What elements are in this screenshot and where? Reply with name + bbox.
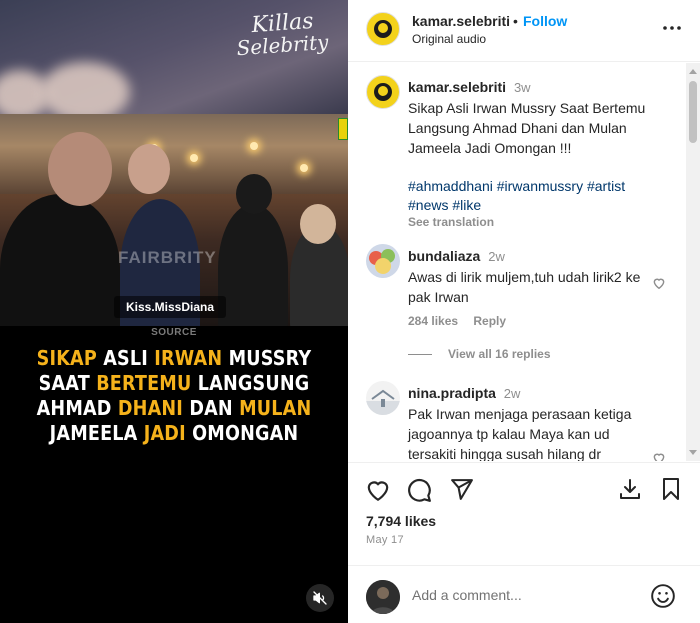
comment-text: Pak Irwan menjaga perasaan ketiga jagoan… bbox=[408, 406, 632, 461]
share-button[interactable] bbox=[449, 477, 475, 503]
download-button[interactable] bbox=[618, 477, 644, 503]
heart-outline-icon bbox=[653, 278, 665, 290]
scroll-up-arrow[interactable] bbox=[689, 69, 697, 74]
scrollbar-thumb[interactable] bbox=[689, 81, 697, 143]
mute-button[interactable] bbox=[306, 584, 334, 612]
credit-tag: Kiss.MissDiana bbox=[114, 296, 226, 318]
caption-avatar[interactable] bbox=[366, 75, 400, 109]
headline-line: SAAT BERTEMU LANGSUNG bbox=[38, 371, 310, 395]
like-comment-button[interactable] bbox=[652, 276, 666, 290]
caption-time[interactable]: 3w bbox=[514, 80, 531, 95]
likes-count[interactable]: 7,794 likes bbox=[366, 513, 436, 529]
separator-dot: • bbox=[513, 13, 518, 29]
comment-username[interactable]: nina.pradipta bbox=[408, 385, 496, 401]
post-media[interactable]: Killas Selebrity FAIRBRITY Kiss.MissDian… bbox=[0, 0, 348, 623]
comment-input[interactable] bbox=[412, 587, 632, 603]
post-header: kamar.selebriti • Follow Original audio bbox=[348, 0, 700, 62]
add-comment-row bbox=[348, 565, 700, 623]
follow-button[interactable]: Follow bbox=[523, 13, 567, 29]
audio-muted-icon bbox=[313, 591, 327, 605]
commenter-avatar[interactable] bbox=[366, 381, 400, 415]
bookmark-icon bbox=[663, 478, 679, 500]
author-username[interactable]: kamar.selebriti bbox=[412, 13, 510, 29]
media-headline: SIKAP ASLI IRWAN MUSSRY SAAT BERTEMU LANG… bbox=[21, 346, 327, 446]
download-icon bbox=[620, 479, 640, 499]
media-photo bbox=[0, 114, 348, 326]
comments-scrollbar[interactable] bbox=[686, 63, 700, 461]
send-icon bbox=[451, 479, 473, 500]
scroll-down-arrow[interactable] bbox=[689, 450, 697, 455]
view-replies-button[interactable]: View all 16 replies bbox=[408, 347, 551, 361]
headline-line: AHMAD DHANI DAN MULAN bbox=[36, 396, 312, 420]
comment-time[interactable]: 2w bbox=[488, 249, 505, 264]
commenter-avatar[interactable] bbox=[366, 244, 400, 278]
comment-text: Awas di lirik muljem,tuh udah lirik2 ke … bbox=[408, 269, 641, 305]
comment-bubble-icon bbox=[408, 478, 431, 502]
current-user-avatar bbox=[366, 580, 400, 614]
heart-outline-icon bbox=[653, 453, 665, 461]
more-options-button[interactable] bbox=[662, 18, 682, 38]
like-comment-button[interactable] bbox=[652, 451, 666, 461]
comments-scroll-area[interactable]: kamar.selebriti 3w Sikap Asli Irwan Muss… bbox=[348, 63, 700, 461]
headline-line: JAMEELA JADI OMONGAN bbox=[49, 421, 299, 445]
side-badge bbox=[338, 118, 348, 140]
see-translation-link[interactable]: See translation bbox=[408, 212, 676, 232]
post-actions: 7,794 likes May 17 bbox=[348, 462, 700, 622]
post-date[interactable]: May 17 bbox=[366, 534, 404, 546]
audio-label[interactable]: Original audio bbox=[412, 32, 486, 46]
like-button[interactable] bbox=[365, 477, 391, 503]
comment-time[interactable]: 2w bbox=[504, 386, 521, 401]
watermark-logo: Killas Selebrity bbox=[235, 8, 330, 61]
caption-username[interactable]: kamar.selebriti bbox=[408, 79, 506, 95]
headline-line: SIKAP ASLI IRWAN MUSSRY bbox=[36, 346, 312, 370]
post-panel: kamar.selebriti • Follow Original audio … bbox=[348, 0, 700, 623]
caption-text: Sikap Asli Irwan Mussry Saat Bertemu Lan… bbox=[408, 100, 646, 156]
author-avatar[interactable] bbox=[366, 12, 400, 46]
emoji-button[interactable] bbox=[650, 583, 676, 609]
caption-hashtags-1[interactable]: #ahmaddhani #irwanmussry #artist bbox=[408, 176, 676, 196]
more-horizontal-icon bbox=[663, 26, 681, 30]
emoji-icon bbox=[651, 584, 675, 608]
heart-icon bbox=[367, 481, 389, 502]
comment-button[interactable] bbox=[406, 477, 432, 503]
overlay-watermark: FAIRBRITY bbox=[118, 248, 217, 267]
save-button[interactable] bbox=[659, 477, 685, 503]
source-label: SOURCE bbox=[151, 327, 197, 338]
comment-likes[interactable]: 284 likes bbox=[408, 314, 458, 328]
reply-button[interactable]: Reply bbox=[473, 314, 506, 328]
comment-username[interactable]: bundaliaza bbox=[408, 248, 480, 264]
